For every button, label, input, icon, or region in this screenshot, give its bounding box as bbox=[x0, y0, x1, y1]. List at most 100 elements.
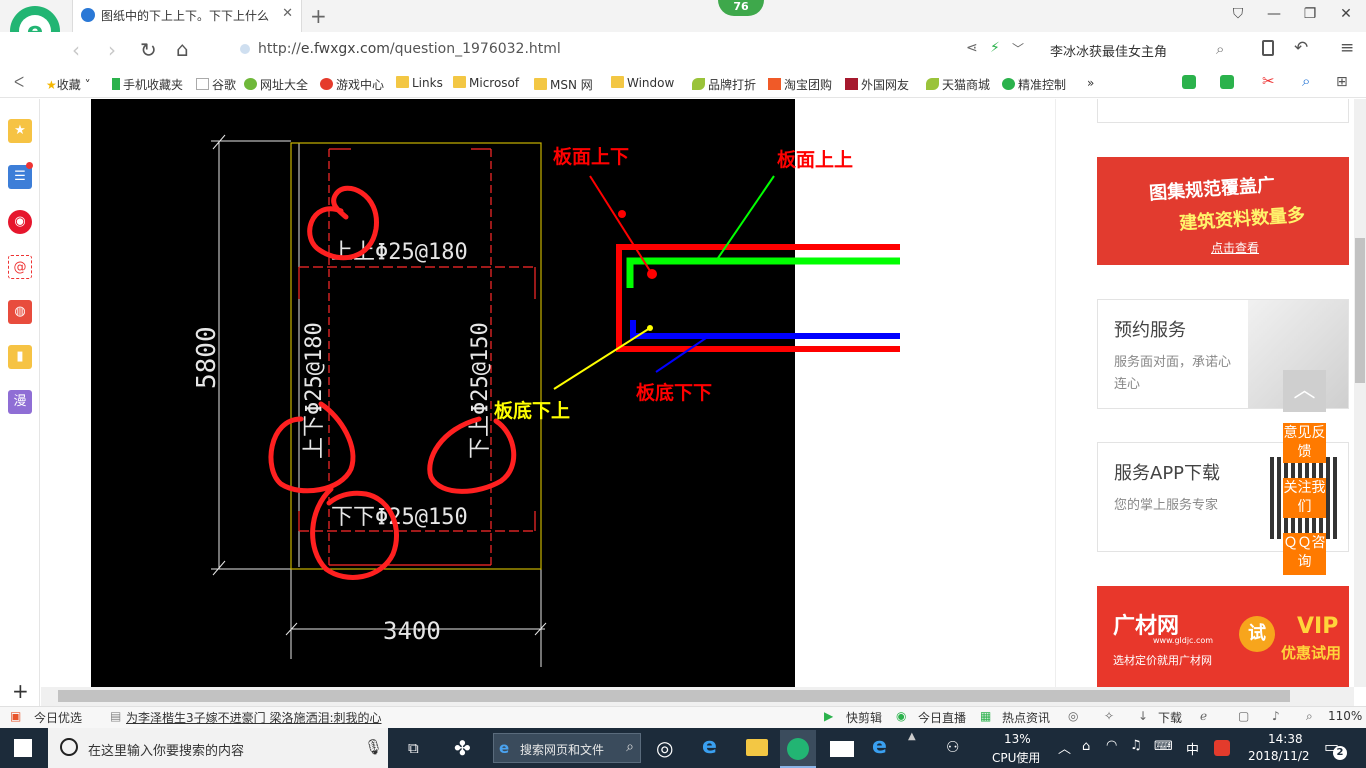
new-tab-button[interactable]: + bbox=[310, 4, 327, 28]
ad-banner-button[interactable]: 点击查看 bbox=[1211, 239, 1259, 256]
zoom-icon[interactable]: ⌕ bbox=[1306, 709, 1313, 724]
clock-time[interactable]: 14:38 bbox=[1268, 732, 1303, 746]
phone-icon[interactable] bbox=[1262, 40, 1274, 56]
apps-grid-icon[interactable]: ⊞ bbox=[1336, 74, 1348, 90]
minimize-icon[interactable]: — bbox=[1264, 6, 1284, 22]
quick-clip-link[interactable]: 快剪辑 bbox=[846, 709, 882, 726]
back-icon[interactable]: ‹ bbox=[72, 38, 80, 62]
refresh-icon[interactable]: ↻ bbox=[140, 38, 157, 62]
bookmarks-more[interactable]: » bbox=[1087, 76, 1094, 90]
zoom-level[interactable]: 110% bbox=[1328, 709, 1362, 723]
notification-count-badge[interactable]: 2 bbox=[1333, 746, 1347, 760]
mail-app-icon[interactable] bbox=[830, 741, 854, 757]
pinwheel-icon[interactable]: ✤ bbox=[454, 736, 471, 760]
secure-status-icon[interactable] bbox=[240, 44, 250, 54]
people-icon[interactable]: ⚇ bbox=[946, 738, 959, 756]
weibo-icon[interactable]: ◉ bbox=[8, 210, 32, 234]
add-sidebar-button[interactable]: + bbox=[12, 679, 29, 703]
sogou-ime-icon[interactable] bbox=[1214, 740, 1230, 756]
book-icon[interactable]: ▮ bbox=[8, 345, 32, 369]
search-input[interactable]: 李冰冰获最佳女主角 bbox=[1050, 41, 1167, 60]
live-icon[interactable]: ◉ bbox=[896, 709, 906, 723]
volume-icon[interactable]: ♫ bbox=[1130, 738, 1142, 753]
back-to-top-button[interactable]: ︿ bbox=[1283, 370, 1326, 412]
clock-date[interactable]: 2018/11/2 bbox=[1248, 749, 1310, 763]
bookmark-games[interactable]: 游戏中心 bbox=[320, 76, 384, 93]
microphone-icon[interactable]: 🎙 bbox=[364, 738, 383, 756]
vertical-scroll-thumb[interactable] bbox=[1355, 238, 1365, 383]
keyboard-icon[interactable]: ⌨ bbox=[1154, 739, 1173, 754]
zoom-icon[interactable]: ⌕ bbox=[1302, 72, 1310, 90]
window-close-icon[interactable]: ✕ bbox=[1336, 6, 1356, 22]
feedback-button[interactable]: 意见反馈 bbox=[1283, 423, 1326, 463]
bookmark-precise[interactable]: 精准控制 bbox=[1002, 76, 1066, 93]
sound-icon[interactable]: ♪ bbox=[1272, 709, 1280, 723]
bookmark-brand-sale[interactable]: 品牌打折 bbox=[692, 76, 756, 93]
qq-consult-button[interactable]: ＱＱ咨询 bbox=[1283, 533, 1326, 575]
shield-icon[interactable] bbox=[1182, 75, 1196, 89]
bookmark-sites[interactable]: 网址大全 bbox=[244, 76, 308, 93]
cpu-percent[interactable]: 13% bbox=[1004, 732, 1031, 746]
file-explorer-icon[interactable] bbox=[746, 739, 768, 756]
window-icon[interactable]: ▢ bbox=[1238, 709, 1249, 723]
windows-start-icon[interactable] bbox=[14, 739, 32, 757]
vertical-scrollbar[interactable] bbox=[1354, 99, 1366, 687]
news-ticker-link[interactable]: 为李泽楷生3子嫁不进豪门 梁洛施洒泪:刺我的心 bbox=[126, 709, 382, 726]
lightning-icon[interactable]: ⚡ bbox=[990, 40, 1000, 56]
bookmark-foreign[interactable]: 外国网友 bbox=[845, 76, 909, 93]
network-icon[interactable]: ⌂ bbox=[1082, 739, 1090, 754]
translate-icon[interactable] bbox=[1220, 75, 1234, 89]
manga-icon[interactable]: 漫 bbox=[8, 390, 32, 414]
bookmark-microsoft[interactable]: Microsof bbox=[453, 76, 519, 90]
chrome-spiral-icon[interactable]: ◎ bbox=[656, 736, 673, 760]
home-icon[interactable]: ⌂ bbox=[176, 37, 189, 61]
ime-indicator[interactable]: 中 bbox=[1186, 739, 1199, 758]
forward-icon[interactable]: › bbox=[108, 38, 116, 62]
follow-us-button[interactable]: 关注我们 bbox=[1283, 478, 1326, 518]
pin-icon[interactable]: ✧ bbox=[1104, 709, 1114, 723]
gift-icon[interactable]: ▣ bbox=[10, 709, 21, 723]
url-input[interactable]: http://e.fwxgx.com/question_1976032.html bbox=[258, 41, 561, 57]
bookmark-msn[interactable]: MSN 网 bbox=[534, 76, 593, 93]
tray-chevron-icon[interactable]: ︿ bbox=[1058, 738, 1071, 757]
mail-icon[interactable]: @ bbox=[8, 255, 32, 279]
active-app-highlight[interactable] bbox=[780, 730, 816, 768]
hot-news-icon[interactable]: ▦ bbox=[980, 709, 991, 723]
ad-banner-gldjc[interactable]: 广材网 www.gldjc.com 选材定价就用广材网 试 VIP 优惠试用 bbox=[1097, 586, 1349, 687]
task-view-icon[interactable]: ⧉ bbox=[408, 739, 419, 757]
tab-close-icon[interactable]: ✕ bbox=[282, 6, 293, 21]
ie-icon[interactable]: e bbox=[702, 734, 717, 759]
web-search-box[interactable]: e 搜索网页和文件 ⌕ bbox=[493, 733, 641, 763]
clip-icon[interactable]: ▶ bbox=[824, 709, 833, 723]
speed-icon[interactable]: ◎ bbox=[1068, 709, 1078, 723]
menu-icon[interactable]: ≡ bbox=[1340, 38, 1354, 58]
game-icon[interactable]: ◍ bbox=[8, 300, 32, 324]
bookmark-links[interactable]: Links bbox=[396, 76, 443, 90]
bookmark-favorites[interactable]: ★收藏 ˅ bbox=[46, 76, 91, 93]
bookmark-taobao[interactable]: 淘宝团购 bbox=[768, 76, 832, 93]
taskbar-search[interactable]: 在这里输入你要搜索的内容 🎙 bbox=[48, 728, 388, 768]
wifi-icon[interactable]: ◠ bbox=[1106, 738, 1117, 753]
today-live-link[interactable]: 今日直播 bbox=[918, 709, 966, 726]
browser-tab[interactable]: 图纸中的下上上下。下下上什么 ✕ bbox=[72, 0, 302, 32]
ie-mode-icon[interactable]: ℯ bbox=[1200, 709, 1207, 723]
shirt-skin-icon[interactable]: ⛉ bbox=[1228, 6, 1248, 22]
star-icon[interactable]: ★ bbox=[8, 119, 32, 143]
ad-banner-atlas[interactable]: 图集规范覆盖广 建筑资料数量多 点击查看 bbox=[1097, 157, 1349, 265]
download-link[interactable]: 下载 bbox=[1158, 709, 1182, 726]
restore-icon[interactable]: ❐ bbox=[1300, 6, 1320, 22]
download-icon[interactable]: ↓ bbox=[1138, 709, 1148, 723]
bookmark-tmall[interactable]: 天猫商城 bbox=[926, 76, 990, 93]
search-icon[interactable]: ⌕ bbox=[1216, 40, 1224, 58]
bookmark-mobile[interactable]: 手机收藏夹 bbox=[112, 76, 183, 93]
share-icon[interactable]: ⋖ bbox=[966, 40, 978, 56]
bookmark-windows[interactable]: Window bbox=[611, 76, 674, 90]
cpu-label[interactable]: CPU使用 bbox=[992, 749, 1040, 766]
sidebar-toggle-icon[interactable]: ᐸ bbox=[14, 75, 24, 91]
tray-expand-icon[interactable]: ▲ bbox=[908, 731, 916, 742]
chevron-down-icon[interactable]: ﹀ bbox=[1012, 40, 1024, 57]
bookmark-google[interactable]: 谷歌 bbox=[196, 76, 236, 93]
undo-icon[interactable]: ↶ bbox=[1294, 38, 1308, 58]
edge-browser-icon[interactable]: e bbox=[872, 734, 887, 759]
hot-news-link[interactable]: 热点资讯 bbox=[1002, 709, 1050, 726]
